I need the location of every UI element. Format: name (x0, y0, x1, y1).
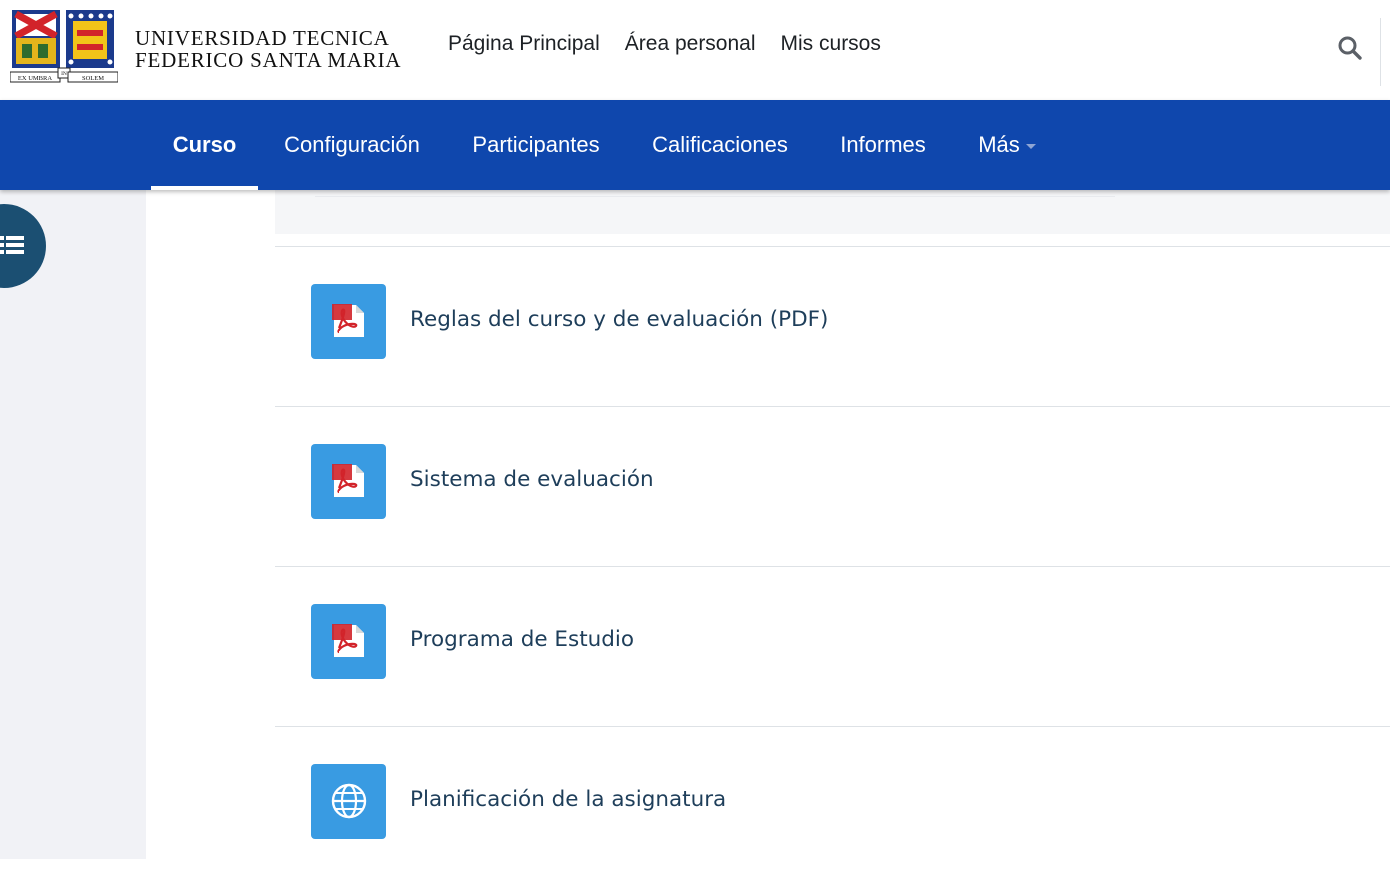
pdf-icon[interactable] (311, 284, 386, 359)
tab-mas-label: Más (978, 132, 1020, 157)
section-edge (315, 190, 1115, 197)
logo-motto-mid: IN (61, 71, 67, 77)
chevron-down-icon (1025, 143, 1036, 149)
logo-motto-left: EX UMBRA (18, 75, 52, 82)
tab-informes-label: Informes (840, 132, 926, 157)
activity-name-link[interactable]: Programa de Estudio (410, 627, 634, 652)
activity-name-link[interactable]: Sistema de evaluación (410, 467, 654, 492)
top-navbar: EX UMBRA IN SOLEM UNIVERSIDAD TECNICA FE… (0, 0, 1390, 100)
previous-section-area (275, 190, 1390, 234)
tab-informes[interactable]: Informes (814, 100, 952, 190)
nav-area-personal[interactable]: Área personal (625, 32, 756, 56)
tab-participantes-label: Participantes (472, 132, 600, 157)
globe-icon[interactable] (311, 764, 386, 839)
activity-item: Programa de Estudio (275, 567, 1390, 726)
brand-line-2: FEDERICO SANTA MARIA (135, 48, 402, 72)
tab-calificaciones-label: Calificaciones (652, 132, 788, 157)
tab-participantes[interactable]: Participantes (446, 100, 626, 190)
brand-line-1: UNIVERSIDAD TECNICA (135, 26, 390, 50)
tab-mas[interactable]: Más (962, 100, 1052, 190)
activity-item: Planificación de la asignatura (275, 727, 1390, 886)
nav-pagina-principal[interactable]: Página Principal (448, 32, 600, 56)
tab-configuracion-label: Configuración (284, 132, 420, 157)
logo-motto-right: SOLEM (82, 75, 104, 82)
course-index-drawer (0, 190, 146, 859)
course-secondary-navigation: Curso Configuración Participantes Califi… (0, 100, 1390, 190)
pdf-icon[interactable] (311, 604, 386, 679)
list-icon (0, 236, 24, 254)
tab-calificaciones[interactable]: Calificaciones (626, 100, 814, 190)
header-divider (1380, 18, 1381, 86)
tab-configuracion[interactable]: Configuración (258, 100, 446, 190)
activity-item: Sistema de evaluación (275, 407, 1390, 566)
university-logo[interactable]: EX UMBRA IN SOLEM (9, 8, 119, 88)
activity-name-link[interactable]: Planificación de la asignatura (410, 787, 726, 812)
search-icon[interactable] (1337, 35, 1363, 61)
primary-navigation: Página Principal Área personal Mis curso… (448, 32, 881, 56)
tab-curso-label: Curso (172, 132, 237, 157)
tab-curso[interactable]: Curso (151, 100, 258, 190)
activity-name-link[interactable]: Reglas del curso y de evaluación (PDF) (410, 307, 828, 332)
activity-item: Reglas del curso y de evaluación (PDF) (275, 247, 1390, 406)
pdf-icon[interactable] (311, 444, 386, 519)
nav-mis-cursos[interactable]: Mis cursos (781, 32, 881, 56)
university-name[interactable]: UNIVERSIDAD TECNICA FEDERICO SANTA MARIA (135, 27, 401, 71)
